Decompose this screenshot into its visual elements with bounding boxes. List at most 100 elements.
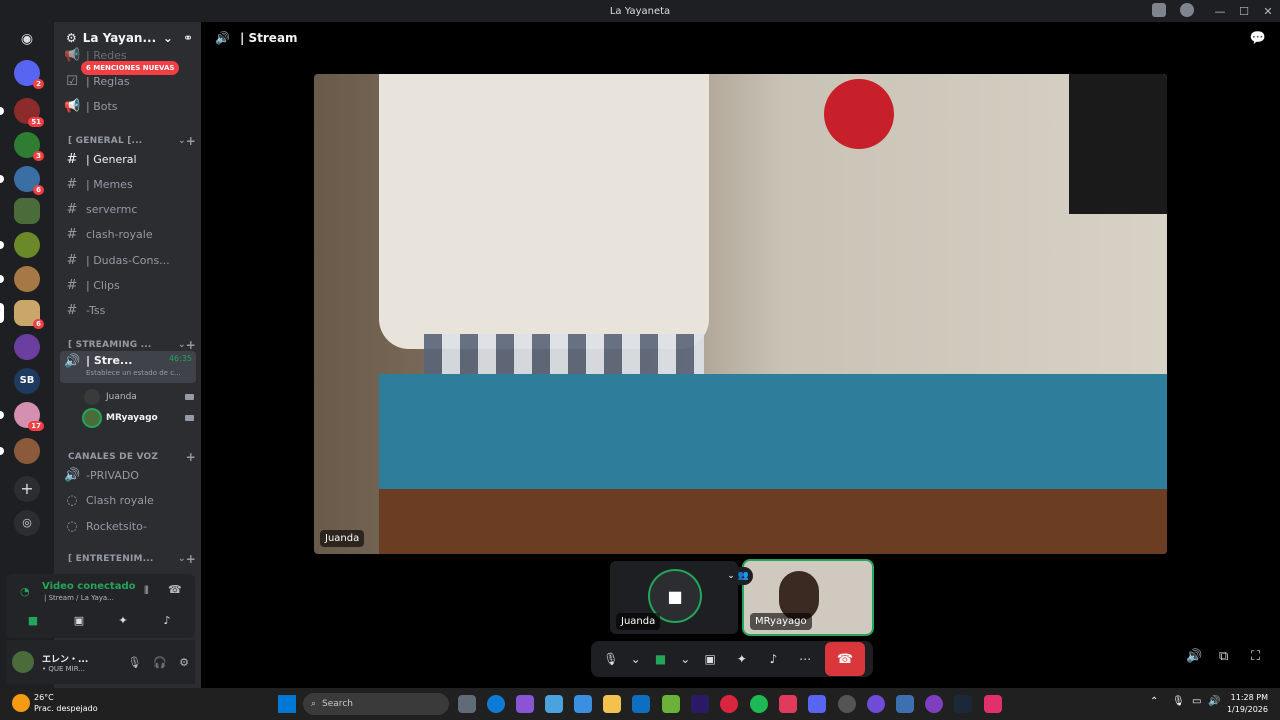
voice-channel-clash[interactable]: ◌ Clash royale (64, 489, 196, 511)
category-streaming[interactable]: [ STREAMING ... ⌄ + (68, 338, 196, 352)
instagram-icon[interactable] (984, 695, 1002, 713)
server-icon[interactable]: 51 (0, 98, 44, 127)
channel-general[interactable]: # | General (64, 148, 196, 170)
fullscreen-icon[interactable]: ⛶ (1251, 649, 1260, 664)
participant-tile-juanda[interactable]: ■ Juanda (610, 561, 738, 634)
discord-home-icon[interactable]: ◉ (14, 26, 40, 52)
voice-member-mryayago[interactable]: MRyayago (84, 409, 194, 427)
discover-icon[interactable]: ◎ (14, 510, 40, 536)
channel-clips[interactable]: # | Clips (64, 274, 196, 296)
screen-share-icon[interactable]: ▣ (66, 614, 92, 632)
server-icon[interactable] (0, 232, 40, 258)
gear-icon[interactable]: ⚙ (179, 656, 189, 669)
category-voice[interactable]: CANALES DE VOZ + (68, 450, 196, 464)
clock-date[interactable]: 1/19/2026 (1226, 705, 1268, 714)
more-icon[interactable]: ⋯ (793, 646, 817, 672)
edge-icon[interactable] (487, 695, 505, 713)
voice-channel-name[interactable]: | Stream / La Yaya... (44, 594, 114, 602)
store-icon[interactable] (574, 695, 592, 713)
minecraft-icon[interactable] (662, 695, 680, 713)
app-icon[interactable] (896, 695, 914, 713)
file-explorer-icon[interactable] (603, 695, 621, 713)
channel-memes[interactable]: # | Memes (64, 173, 196, 195)
pop-out-icon[interactable]: ⧉ (1219, 649, 1228, 664)
opera-gx-icon[interactable] (720, 695, 738, 713)
channel-servermc[interactable]: # servermc (64, 198, 196, 220)
taskbar-search[interactable]: ⌕ Search (303, 693, 449, 715)
channel-tss[interactable]: # -Tss (64, 299, 196, 321)
outlook-icon[interactable] (632, 695, 650, 713)
server-icon[interactable] (0, 266, 40, 292)
server-icon[interactable]: 6 (0, 166, 44, 195)
add-channel-icon[interactable]: + (186, 450, 196, 464)
mentions-pill[interactable]: 6 MENCIONES NUEVAS (81, 61, 180, 75)
channel-dudas[interactable]: # | Dudas-Cons... (64, 249, 196, 271)
avatar[interactable] (12, 651, 34, 673)
server-icon[interactable]: 6 (0, 300, 44, 329)
add-server-icon[interactable]: + (14, 476, 40, 502)
server-icon[interactable] (14, 198, 40, 224)
obs-icon[interactable] (838, 695, 856, 713)
camera-toggle-icon[interactable]: ■ (20, 614, 46, 632)
weather-icon[interactable] (12, 694, 30, 712)
voice-status[interactable]: Video conectado (42, 581, 135, 592)
add-channel-icon[interactable]: + (186, 338, 196, 352)
maximize-button[interactable]: ☐ (1232, 5, 1256, 18)
capcut-icon[interactable] (779, 695, 797, 713)
inbox-icon[interactable] (1152, 3, 1166, 17)
soundboard-icon[interactable]: ♪ (154, 614, 180, 632)
add-channel-icon[interactable]: + (186, 552, 196, 566)
weather-temp[interactable]: 26°C (34, 693, 54, 702)
weather-status[interactable]: Prac. despejado (34, 704, 98, 713)
screen-share-icon[interactable]: ▣ (698, 646, 722, 672)
add-member-icon[interactable]: ⚭ (183, 31, 193, 45)
voice-channel-rocketsito[interactable]: ◌ Rocketsito- (64, 515, 196, 537)
app-icon[interactable] (867, 695, 885, 713)
category-entretenimiento[interactable]: [ ENTRETENIM... ⌄ + (68, 552, 196, 566)
microphone-icon[interactable]: 🎙 (1172, 696, 1185, 707)
microphone-icon[interactable]: 🎙 (599, 646, 623, 672)
voice-member-juanda[interactable]: Juanda (84, 388, 194, 406)
help-icon[interactable] (1180, 3, 1194, 17)
close-button[interactable]: ✕ (1256, 5, 1280, 18)
volume-icon[interactable]: 🔊 (1208, 696, 1220, 707)
server-icon[interactable]: SB (14, 368, 40, 394)
category-general[interactable]: [ GENERAL [... ⌄ + (68, 134, 196, 148)
spotify-icon[interactable] (750, 695, 768, 713)
channel-clash-royale[interactable]: # clash-royale (64, 223, 196, 245)
main-video-tile[interactable]: Juanda (314, 74, 1167, 554)
participant-tile-mryayago[interactable]: MRyayago (744, 561, 872, 634)
premiere-icon[interactable] (691, 695, 709, 713)
windows-start-icon[interactable] (278, 695, 296, 713)
clock-time[interactable]: 11:28 PM (1226, 693, 1268, 702)
server-icon[interactable] (0, 438, 40, 464)
disconnect-icon[interactable]: ☎ (168, 583, 182, 596)
server-icon[interactable]: 2 (14, 60, 44, 89)
minimize-button[interactable]: — (1208, 5, 1232, 18)
server-icon[interactable]: 3 (14, 132, 44, 161)
app-icon[interactable] (925, 695, 943, 713)
microphone-icon[interactable]: 🎙 (127, 656, 141, 669)
activities-icon[interactable]: ✦ (110, 614, 136, 632)
chevron-up-icon[interactable]: ⌃ (1150, 696, 1158, 707)
server-icon[interactable] (14, 334, 40, 360)
chevron-down-icon[interactable]: ⌄ (680, 646, 690, 672)
channel-bots[interactable]: 📢 | Bots (64, 95, 196, 117)
app-icon[interactable] (545, 695, 563, 713)
server-icon[interactable]: 17 (0, 402, 44, 431)
chat-icon[interactable]: 💬 (1250, 31, 1266, 46)
steam-icon[interactable] (954, 695, 972, 713)
soundboard-icon[interactable]: ♪ (762, 646, 786, 672)
discord-icon[interactable] (808, 695, 826, 713)
noise-suppression-icon[interactable]: ⦀ (144, 584, 149, 598)
voice-channel-privado[interactable]: 🔊 -PRIVADO (64, 464, 196, 486)
copilot-icon[interactable] (516, 695, 534, 713)
network-icon[interactable]: ▭ (1192, 696, 1201, 707)
collapse-participants-button[interactable]: ⌄ 👥 (723, 567, 753, 585)
signal-icon[interactable]: ◔ (20, 585, 30, 598)
channel-status[interactable]: Establece un estado de c... (86, 369, 196, 377)
camera-icon[interactable]: ■ (649, 646, 673, 672)
activities-icon[interactable]: ✦ (730, 646, 754, 672)
add-channel-icon[interactable]: + (186, 134, 196, 148)
chevron-down-icon[interactable]: ⌄ (631, 646, 641, 672)
